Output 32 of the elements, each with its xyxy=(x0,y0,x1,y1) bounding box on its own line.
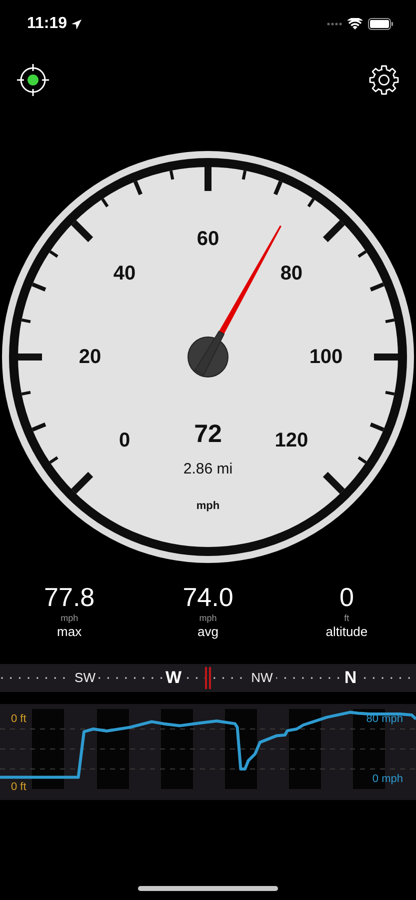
crosshair-icon xyxy=(16,63,50,97)
stat-label: avg xyxy=(198,624,218,640)
speed-readout: 72 xyxy=(194,420,222,448)
signal-icon xyxy=(327,22,342,26)
speed-scale-label: 100 xyxy=(309,346,343,368)
location-arrow-icon xyxy=(71,18,82,30)
stat-label: max xyxy=(57,624,82,640)
unit-label: mph xyxy=(196,500,220,512)
settings-button[interactable] xyxy=(368,64,400,96)
stat-value: 0 xyxy=(339,582,354,612)
speed-scale-label: 20 xyxy=(78,346,102,368)
battery-icon xyxy=(368,18,394,30)
altitude-axis-label: 0 ft xyxy=(11,713,26,726)
gps-button[interactable] xyxy=(16,63,50,97)
status-time: 11:19 xyxy=(27,15,68,33)
speed-scale-label: 120 xyxy=(274,429,308,452)
stat-value: 77.8 xyxy=(44,582,95,612)
speed-scale-label: 60 xyxy=(196,228,220,250)
altitude-axis-label: 0 ft xyxy=(11,781,26,794)
stat-unit: mph xyxy=(199,612,217,624)
stat-unit: ft xyxy=(344,612,350,624)
speed-scale-label: 40 xyxy=(113,262,136,285)
settings-icon xyxy=(368,64,400,96)
speed-scale-label: 0 xyxy=(119,429,130,452)
wifi-icon xyxy=(347,18,363,30)
speed-scale-label: 80 xyxy=(280,262,303,285)
stat-unit: mph xyxy=(60,612,78,624)
speed-axis-label: 0 mph xyxy=(372,773,403,786)
distance-readout: 2.86 mi xyxy=(183,460,233,478)
heading-marker xyxy=(204,667,212,689)
stat-label: altitude xyxy=(326,624,368,640)
stat-value: 74.0 xyxy=(182,582,234,612)
